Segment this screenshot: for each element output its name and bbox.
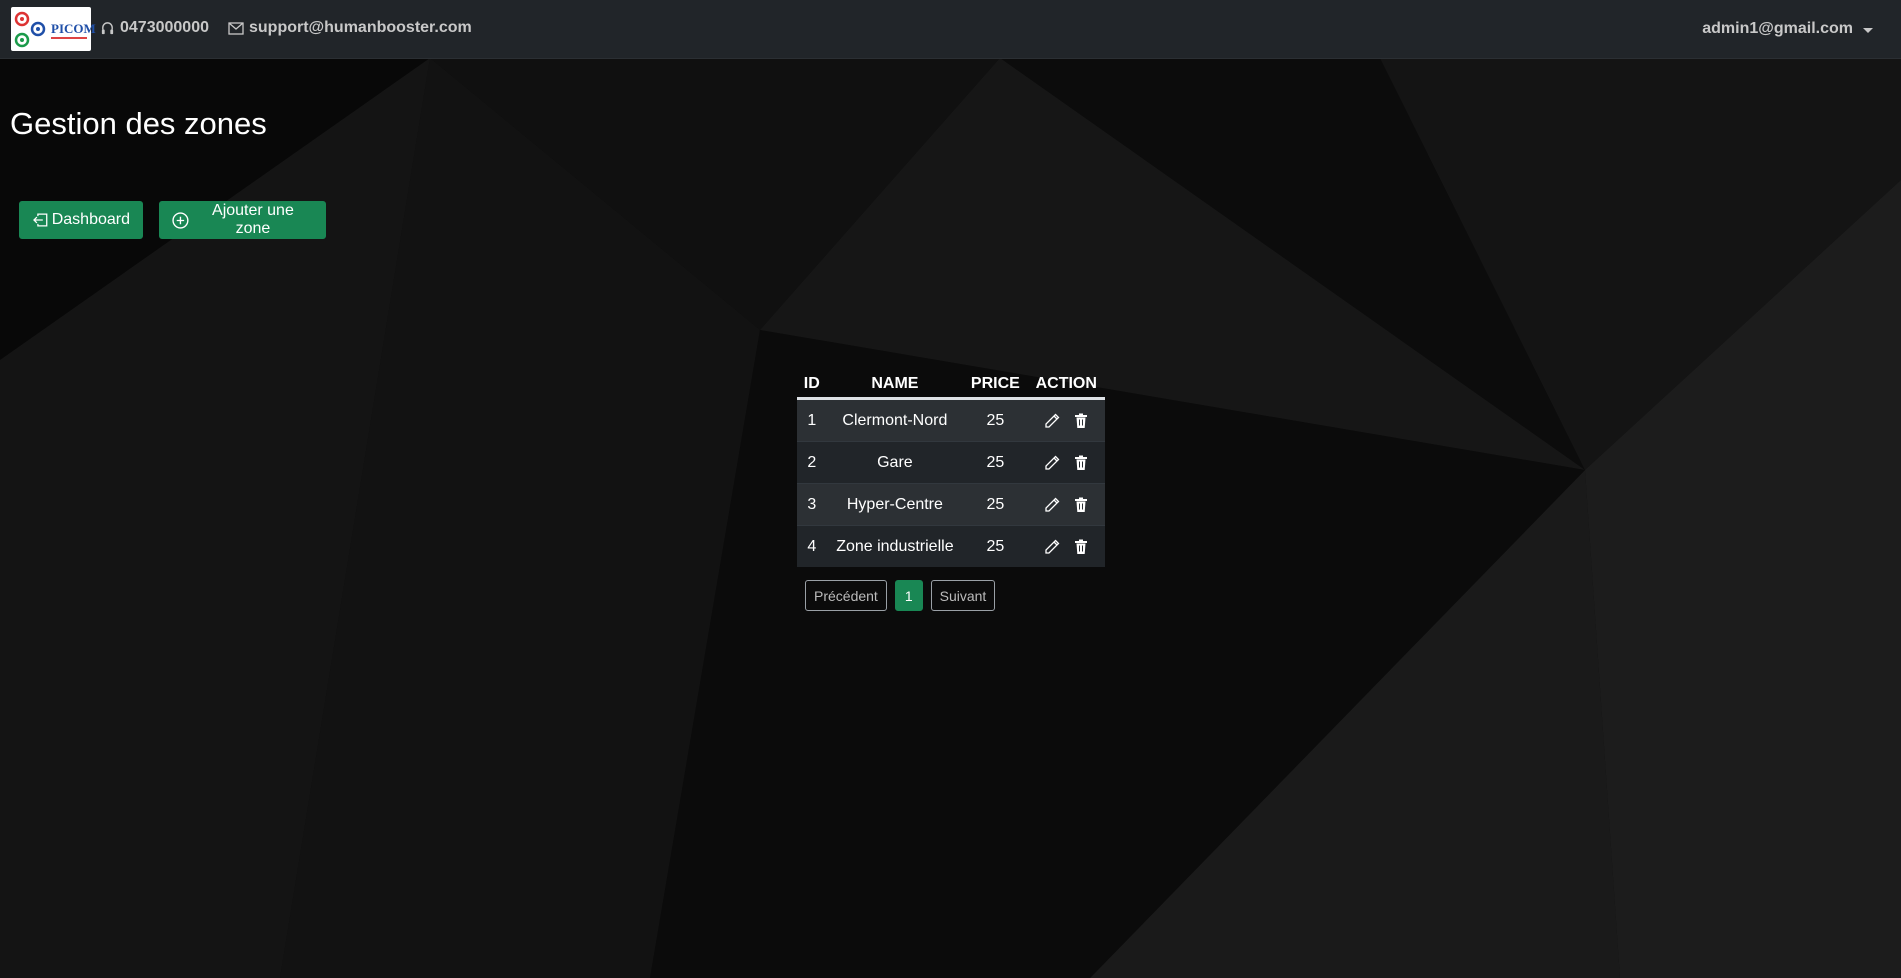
column-header-id: ID bbox=[797, 371, 827, 400]
logo-circles-icon bbox=[14, 11, 46, 48]
cell-id: 2 bbox=[797, 441, 827, 484]
cell-name: Zone industrielle bbox=[826, 525, 964, 567]
email-contact: support@humanbooster.com bbox=[228, 19, 472, 37]
next-page-button[interactable]: Suivant bbox=[930, 580, 996, 611]
phone-contact: 0473000000 bbox=[100, 19, 209, 37]
cell-price: 25 bbox=[963, 483, 1028, 526]
trash-icon[interactable] bbox=[1074, 497, 1088, 513]
add-zone-button-label: Ajouter une zone bbox=[212, 202, 294, 237]
table-row: 2 Gare 25 bbox=[797, 441, 1105, 484]
trash-icon[interactable] bbox=[1074, 539, 1088, 555]
pagination: Précédent 1 Suivant bbox=[805, 580, 996, 611]
pencil-icon[interactable] bbox=[1044, 497, 1060, 513]
zones-table-container: ID NAME PRICE ACTION 1 Clermont-Nord 25 bbox=[797, 371, 1105, 567]
previous-page-button[interactable]: Précédent bbox=[805, 580, 887, 611]
pencil-icon[interactable] bbox=[1044, 413, 1060, 429]
support-email: support@humanbooster.com bbox=[249, 19, 472, 36]
headset-icon bbox=[101, 21, 114, 34]
user-email: admin1@gmail.com bbox=[1702, 20, 1853, 37]
table-row: 1 Clermont-Nord 25 bbox=[797, 398, 1105, 442]
phone-number: 0473000000 bbox=[120, 19, 209, 36]
table-row: 4 Zone industrielle 25 bbox=[797, 525, 1105, 567]
cell-name: Clermont-Nord bbox=[826, 398, 964, 442]
cell-price: 25 bbox=[963, 398, 1028, 442]
logo-text: PICOM bbox=[51, 21, 96, 36]
user-menu-dropdown[interactable]: admin1@gmail.com bbox=[1702, 20, 1873, 38]
trash-icon[interactable] bbox=[1074, 455, 1088, 471]
column-header-action: ACTION bbox=[1027, 371, 1105, 400]
column-header-name: NAME bbox=[826, 371, 964, 400]
cell-price: 25 bbox=[963, 441, 1028, 484]
top-navbar: PICOM 0473000000 support@humanbooster.co… bbox=[0, 0, 1901, 58]
trash-icon[interactable] bbox=[1074, 413, 1088, 429]
page-title: Gestion des zones bbox=[10, 106, 267, 141]
cell-action bbox=[1027, 441, 1105, 484]
logo-tagline bbox=[51, 37, 87, 39]
chevron-down-icon bbox=[1863, 27, 1873, 33]
box-arrow-left-icon bbox=[33, 213, 48, 227]
cell-action bbox=[1027, 525, 1105, 567]
column-header-price: PRICE bbox=[963, 371, 1028, 400]
cell-price: 25 bbox=[963, 525, 1028, 567]
pencil-icon[interactable] bbox=[1044, 455, 1060, 471]
picom-logo[interactable]: PICOM bbox=[11, 7, 96, 51]
pencil-icon[interactable] bbox=[1044, 539, 1060, 555]
cell-id: 3 bbox=[797, 483, 827, 526]
cell-action bbox=[1027, 483, 1105, 526]
plus-circle-icon bbox=[172, 211, 189, 229]
cell-action bbox=[1027, 398, 1105, 442]
dashboard-button-label: Dashboard bbox=[51, 211, 130, 228]
table-header-row: ID NAME PRICE ACTION bbox=[797, 371, 1105, 400]
cell-id: 4 bbox=[797, 525, 827, 567]
table-row: 3 Hyper-Centre 25 bbox=[797, 483, 1105, 526]
cell-name: Hyper-Centre bbox=[826, 483, 964, 526]
cell-name: Gare bbox=[826, 441, 964, 484]
zones-table: ID NAME PRICE ACTION 1 Clermont-Nord 25 bbox=[797, 371, 1105, 567]
envelope-icon bbox=[228, 21, 244, 35]
cell-id: 1 bbox=[797, 398, 827, 442]
page-1-button[interactable]: 1 bbox=[894, 580, 923, 611]
add-zone-button[interactable]: Ajouter une zone bbox=[159, 201, 326, 239]
dashboard-button[interactable]: Dashboard bbox=[19, 201, 143, 239]
